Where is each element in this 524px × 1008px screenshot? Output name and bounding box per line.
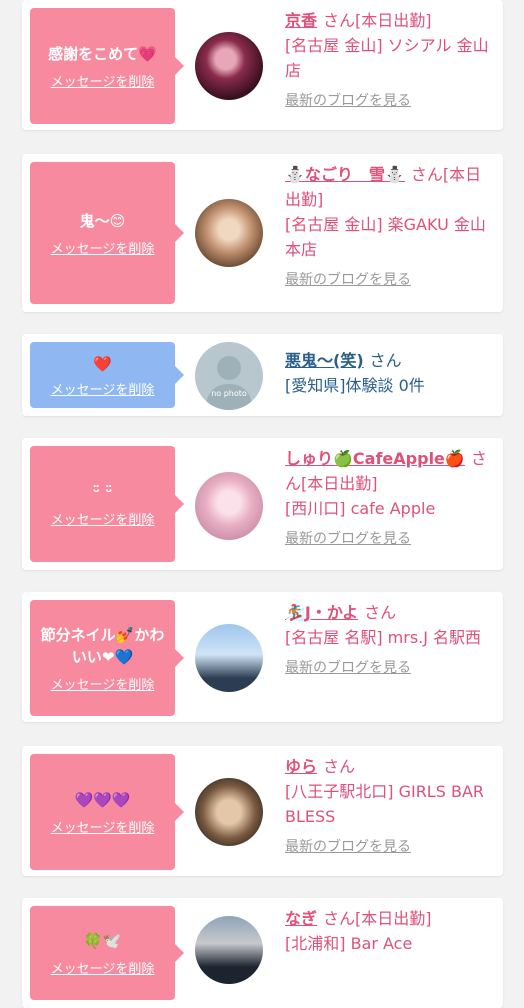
profile-info: なぎ さん[本日出勤] [北浦和] Bar Ace [285, 906, 495, 956]
delete-message-link[interactable]: メッセージを削除 [51, 238, 155, 257]
message-bubble: ᵕ̈ ᵕ̈ メッセージを削除 [30, 446, 184, 562]
message-text: 鬼〜😊 [79, 211, 126, 230]
avatar[interactable]: no photo [195, 342, 263, 410]
message-text: 🍀🕊️ [83, 931, 122, 950]
list-item: 鬼〜😊 メッセージを削除 ⛄なごり 雪⛄ さん[本日出勤] [名古屋 金山] 楽G… [22, 154, 503, 312]
blog-link[interactable]: 最新のブログを見る [285, 268, 495, 293]
avatar[interactable] [195, 472, 263, 540]
honorific: さん [364, 603, 397, 622]
message-text: 💜💜💜 [74, 790, 131, 809]
profile-name-link[interactable]: なぎ [285, 909, 317, 928]
avatar[interactable] [195, 624, 263, 692]
blog-link[interactable]: 最新のブログを見る [285, 89, 495, 114]
blog-link[interactable]: 最新のブログを見る [285, 835, 495, 860]
list-item: 🍀🕊️ メッセージを削除 なぎ さん[本日出勤] [北浦和] Bar Ace [22, 898, 503, 1008]
no-photo-label: no photo [211, 389, 247, 398]
honorific: さん [323, 909, 356, 928]
no-photo-silhouette-icon: no photo [205, 356, 253, 410]
honorific: さん [410, 165, 443, 184]
honorific: さん [323, 757, 356, 776]
profile-name-link[interactable]: しゅり🍏CafeApple🍎 [285, 449, 465, 468]
avatar[interactable] [195, 32, 263, 100]
status-badge: [本日出勤] [355, 11, 432, 30]
list-item: ❤️ メッセージを削除 no photo 悪鬼〜(笑) さん [愛知県]体験談 0… [22, 334, 503, 416]
profile-name-link[interactable]: 京香 [285, 11, 317, 30]
profile-name-link[interactable]: ⛄なごり 雪⛄ [285, 165, 405, 184]
favorites-list: 感謝をこめて💗 メッセージを削除 京香 さん[本日出勤] [名古屋 金山] ソシア… [0, 0, 524, 1008]
delete-message-link[interactable]: メッセージを削除 [51, 817, 155, 836]
shop-name: [八王子駅北口] GIRLS BAR BLESS [285, 782, 485, 826]
blog-link[interactable]: 最新のブログを見る [285, 656, 495, 681]
profile-info: 京香 さん[本日出勤] [名古屋 金山] ソシアル 金山店 最新のブログを見る [285, 8, 495, 114]
status-badge: [本日出勤] [301, 474, 378, 493]
shop-name: [北浦和] Bar Ace [285, 934, 413, 953]
message-bubble: 感謝をこめて💗 メッセージを削除 [30, 8, 184, 124]
profile-info: ゆら さん [八王子駅北口] GIRLS BAR BLESS 最新のブログを見る [285, 754, 495, 860]
avatar[interactable] [195, 778, 263, 846]
list-item: 💜💜💜 メッセージを削除 ゆら さん [八王子駅北口] GIRLS BAR BLE… [22, 746, 503, 876]
profile-info: 悪鬼〜(笑) さん [愛知県]体験談 0件 [285, 348, 495, 398]
message-bubble: 🍀🕊️ メッセージを削除 [30, 906, 184, 1000]
profile-info: しゅり🍏CafeApple🍎 さん[本日出勤] [西川口] cafe Apple … [285, 446, 495, 552]
delete-message-link[interactable]: メッセージを削除 [51, 71, 155, 90]
honorific: さん [323, 11, 356, 30]
message-bubble: 💜💜💜 メッセージを削除 [30, 754, 184, 870]
shop-name: [名古屋 名駅] mrs.J 名駅西 [285, 628, 482, 647]
delete-message-link[interactable]: メッセージを削除 [51, 379, 155, 398]
blog-link[interactable]: 最新のブログを見る [285, 527, 495, 552]
delete-message-link[interactable]: メッセージを削除 [51, 674, 155, 693]
list-item: 節分ネイル💅かわいい❤💙 メッセージを削除 🏂J・かよ さん [名古屋 名駅] m… [22, 592, 503, 722]
list-item: 感謝をこめて💗 メッセージを削除 京香 さん[本日出勤] [名古屋 金山] ソシア… [22, 0, 503, 130]
shop-name: [愛知県]体験談 0件 [285, 376, 425, 395]
delete-message-link[interactable]: メッセージを削除 [51, 958, 155, 977]
message-text: ᵕ̈ ᵕ̈ [92, 482, 113, 501]
message-text: 感謝をこめて💗 [48, 44, 157, 63]
profile-name-link[interactable]: 悪鬼〜(笑) [285, 351, 364, 370]
message-bubble: 節分ネイル💅かわいい❤💙 メッセージを削除 [30, 600, 184, 716]
message-text: ❤️ [93, 354, 112, 373]
profile-info: 🏂J・かよ さん [名古屋 名駅] mrs.J 名駅西 最新のブログを見る [285, 600, 495, 681]
avatar[interactable] [195, 199, 263, 267]
message-bubble: ❤️ メッセージを削除 [30, 342, 184, 408]
status-badge: [本日出勤] [355, 909, 432, 928]
shop-name: [名古屋 金山] 楽GAKU 金山本店 [285, 215, 486, 259]
profile-name-link[interactable]: ゆら [285, 757, 317, 776]
profile-info: ⛄なごり 雪⛄ さん[本日出勤] [名古屋 金山] 楽GAKU 金山本店 最新のブ… [285, 162, 495, 293]
shop-name: [名古屋 金山] ソシアル 金山店 [285, 36, 489, 80]
profile-name-link[interactable]: 🏂J・かよ [285, 603, 358, 622]
shop-name: [西川口] cafe Apple [285, 499, 436, 518]
avatar[interactable] [195, 916, 263, 984]
list-item: ᵕ̈ ᵕ̈ メッセージを削除 しゅり🍏CafeApple🍎 さん[本日出勤] [西… [22, 438, 503, 570]
delete-message-link[interactable]: メッセージを削除 [51, 509, 155, 528]
honorific: さん [369, 351, 402, 370]
message-text: 節分ネイル💅かわいい❤💙 [40, 625, 165, 666]
message-bubble: 鬼〜😊 メッセージを削除 [30, 162, 184, 304]
